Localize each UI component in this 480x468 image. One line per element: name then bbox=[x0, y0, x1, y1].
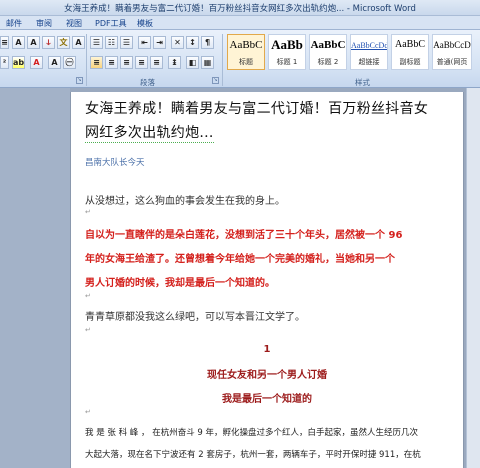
headline-line-1: 女海王养成！瞒着男友与富二代订婚！百万粉丝抖音女 bbox=[85, 101, 429, 117]
red-text-line-3: 男人订婚的时候，我却是最后一个知道的。 bbox=[85, 278, 275, 289]
window-title: 女海王养成！瞒着男友与富二代订婚！百万粉丝抖音女网红多次出轨约炮... - Mi… bbox=[64, 4, 416, 14]
chinese-layout-icon[interactable]: ✕ bbox=[171, 36, 184, 49]
char-border-icon[interactable]: A bbox=[72, 36, 85, 49]
style-sample: AaBbC bbox=[229, 39, 263, 51]
distribute-icon[interactable]: ≡ bbox=[150, 56, 163, 69]
enclose-char-icon[interactable]: ㊀ bbox=[63, 56, 76, 69]
red-text-line-2: 年的女海王给渣了。还曾想着今年给她一个完美的婚礼，当她和另一个 bbox=[85, 254, 395, 265]
paragraph-1: 从没想过，这么狗血的事会发生在我的身上。 bbox=[85, 196, 285, 207]
style-sample: AaBb bbox=[271, 37, 303, 52]
style-sample: AaBbC bbox=[310, 39, 346, 51]
align-right-icon[interactable]: ≡ bbox=[120, 56, 133, 69]
increase-indent-icon[interactable]: ⇥ bbox=[153, 36, 166, 49]
phonetic-icon[interactable]: 文 bbox=[57, 36, 70, 49]
clear-format-icon[interactable]: ↆ bbox=[42, 36, 55, 49]
paragraph-2: 青青草原都没我这么绿吧，可以写本晋江文学了。 bbox=[85, 312, 305, 323]
tab-mailings[interactable]: 邮件 bbox=[6, 18, 22, 29]
font-grow-icon[interactable]: A bbox=[27, 36, 40, 49]
style-name: 标题 bbox=[239, 58, 253, 66]
styles-group-label: 样式 bbox=[355, 78, 370, 87]
line-spacing-icon[interactable]: ↨ bbox=[168, 56, 181, 69]
section-number: 1 bbox=[263, 344, 271, 355]
paragraph-mark: ↵ bbox=[85, 208, 91, 216]
separator bbox=[222, 34, 223, 86]
tab-templates[interactable]: 模板 bbox=[137, 18, 153, 29]
paragraph-mark: ↵ bbox=[85, 326, 91, 334]
multilevel-list-icon[interactable]: ☰ bbox=[120, 36, 133, 49]
style-name: 标题 1 bbox=[276, 58, 298, 66]
align-icon[interactable]: ≡ bbox=[0, 36, 9, 49]
bullets-icon[interactable]: ☰ bbox=[90, 36, 103, 49]
borders-icon[interactable]: ▦ bbox=[201, 56, 214, 69]
style-name: 标题 2 bbox=[317, 58, 339, 66]
vertical-scrollbar[interactable] bbox=[466, 88, 480, 468]
ribbon: ≡ A A ↆ 文 A ² ab A A ㊀ ↘ ☰ ☷ ☰ ⇤ ⇥ ✕ ↕ ¶… bbox=[0, 30, 480, 88]
document-background bbox=[0, 88, 70, 468]
section-title-line-1: 现任女友和另一个男人订婚 bbox=[207, 370, 327, 381]
body-line-1: 我 是 张 科 峰 ， 在杭州奋斗 9 年，孵化操盘过多个红人，白手起家，虽然人… bbox=[85, 428, 419, 438]
decrease-indent-icon[interactable]: ⇤ bbox=[138, 36, 151, 49]
style-name: 普通(网页 bbox=[436, 58, 468, 66]
style-normal-web[interactable]: AaBbCcD 普通(网页 bbox=[432, 34, 472, 70]
style-sample: AaBbC bbox=[395, 39, 425, 50]
paragraph-dialog-launcher-icon[interactable]: ↘ bbox=[212, 77, 219, 84]
font-scale-icon[interactable]: A bbox=[12, 36, 25, 49]
highlight-icon[interactable]: ab bbox=[12, 56, 25, 69]
style-title[interactable]: AaBbC 标题 bbox=[227, 34, 265, 70]
style-hyperlink[interactable]: AaBbCcDd 超链接 bbox=[350, 34, 388, 70]
ribbon-tabs: 邮件 审阅 视图 PDF工具 模板 bbox=[0, 16, 480, 30]
body-line-2: 大起大落，现在名下宁波还有 2 套房子，杭州一套，两辆车子，平时开保时捷 911… bbox=[85, 450, 421, 460]
style-sample: AaBbCcDd bbox=[351, 41, 388, 50]
font-dialog-launcher-icon[interactable]: ↘ bbox=[76, 77, 83, 84]
separator bbox=[86, 34, 87, 86]
style-name: 副标题 bbox=[399, 58, 421, 66]
red-text-line-1: 自以为一直瞎伴的是朵白莲花，没想到活了三十个年头，居然被一个 96 bbox=[85, 230, 403, 241]
style-heading-2[interactable]: AaBbC 标题 2 bbox=[309, 34, 347, 70]
align-center-icon[interactable]: ≡ bbox=[105, 56, 118, 69]
font-color-icon[interactable]: A bbox=[30, 56, 43, 69]
style-subtitle[interactable]: AaBbC 副标题 bbox=[391, 34, 429, 70]
style-name: 超链接 bbox=[358, 58, 380, 66]
align-left-icon[interactable]: ≡ bbox=[90, 56, 103, 69]
tab-view[interactable]: 视图 bbox=[66, 18, 82, 29]
shading-icon[interactable]: ◧ bbox=[186, 56, 199, 69]
tab-pdf-tools[interactable]: PDF工具 bbox=[95, 18, 127, 29]
numbering-icon[interactable]: ☷ bbox=[105, 36, 118, 49]
headline-line-2: 网红多次出轨约炮... bbox=[85, 122, 214, 143]
author-line: 昌南大队长今天 bbox=[85, 158, 145, 168]
sort-icon[interactable]: ↕ bbox=[186, 36, 199, 49]
style-heading-1[interactable]: AaBb 标题 1 bbox=[268, 34, 306, 70]
justify-icon[interactable]: ≡ bbox=[135, 56, 148, 69]
char-shading-icon[interactable]: A bbox=[48, 56, 61, 69]
tab-review[interactable]: 审阅 bbox=[36, 18, 52, 29]
show-marks-icon[interactable]: ¶ bbox=[201, 36, 214, 49]
style-sample: AaBbCcD bbox=[433, 40, 471, 50]
paragraph-group-label: 段落 bbox=[140, 78, 155, 87]
paragraph-mark: ↵ bbox=[85, 292, 91, 300]
superscript-icon[interactable]: ² bbox=[0, 56, 9, 69]
document-page[interactable]: 女海王养成！瞒着男友与富二代订婚！百万粉丝抖音女 网红多次出轨约炮... 昌南大… bbox=[70, 92, 464, 468]
title-bar: 女海王养成！瞒着男友与富二代订婚！百万粉丝抖音女网红多次出轨约炮... - Mi… bbox=[0, 0, 480, 16]
section-title-line-2: 我是最后一个知道的 bbox=[222, 394, 312, 405]
paragraph-mark: ↵ bbox=[85, 408, 91, 416]
